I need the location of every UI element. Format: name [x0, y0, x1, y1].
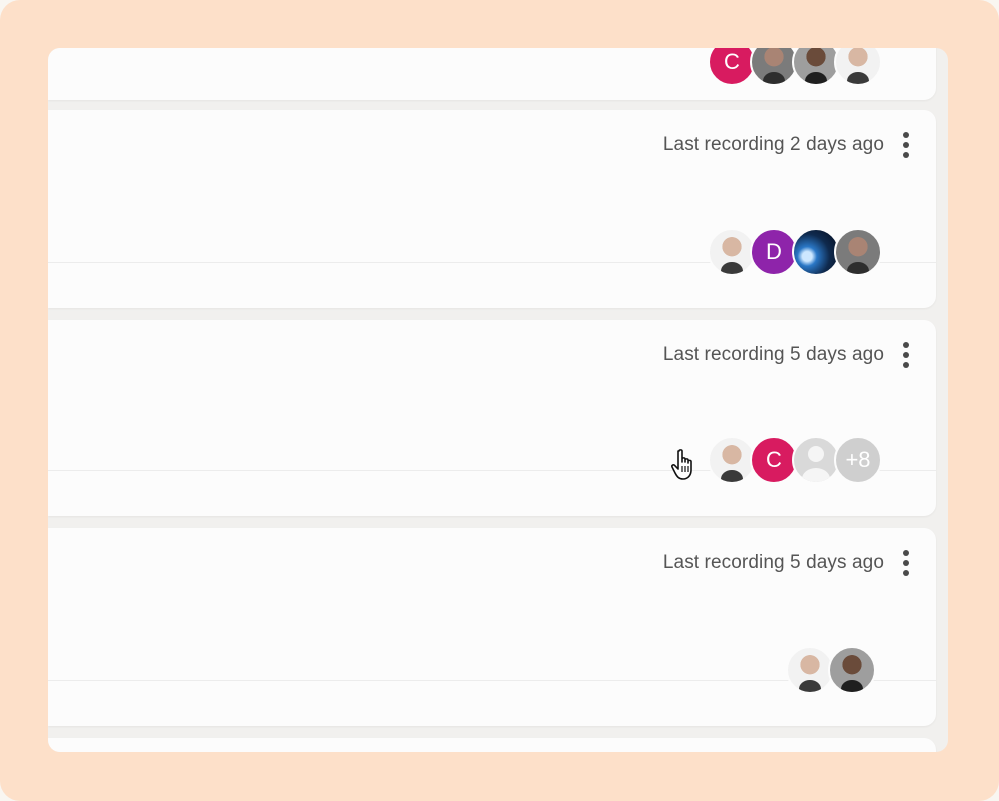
vertical-ellipsis-icon[interactable] — [902, 550, 910, 576]
last-recording-label: Last recording 2 days ago — [662, 134, 884, 155]
session-card[interactable]: Last recording 5 days ago — [48, 528, 936, 726]
avatar-photo — [750, 48, 798, 86]
avatar-photo — [786, 646, 834, 694]
participant-avatars[interactable]: C — [708, 48, 882, 86]
vertical-ellipsis-icon[interactable] — [902, 132, 910, 158]
avatar-letter: C — [750, 436, 798, 484]
vertical-ellipsis-icon[interactable] — [902, 342, 910, 368]
participant-avatars[interactable]: C +8 — [708, 436, 882, 484]
avatar-photo — [708, 228, 756, 276]
avatar-photo — [834, 228, 882, 276]
avatar-placeholder — [792, 436, 840, 484]
avatar-letter: D — [750, 228, 798, 276]
avatar-photo — [834, 48, 882, 86]
avatar-photo — [828, 646, 876, 694]
session-card[interactable]: C — [48, 48, 936, 100]
participant-avatars[interactable]: D — [708, 228, 882, 276]
hand-pointer-icon — [671, 449, 692, 480]
last-recording-label: Last recording 5 days ago — [662, 552, 884, 573]
frame: C Last recording 2 days ago D Last recor… — [0, 0, 999, 801]
last-recording-label: Last recording 5 days ago — [662, 344, 884, 365]
avatar-photo — [792, 228, 840, 276]
participant-avatars[interactable] — [786, 646, 876, 694]
session-list: C Last recording 2 days ago D Last recor… — [48, 48, 948, 752]
more-participants-badge: +8 — [834, 436, 882, 484]
avatar-photo — [708, 436, 756, 484]
avatar-photo — [792, 48, 840, 86]
avatar-letter: C — [708, 48, 756, 86]
session-card[interactable]: Last recording 5 days ago C +8 — [48, 320, 936, 516]
session-card[interactable] — [48, 738, 936, 752]
session-card[interactable]: Last recording 2 days ago D — [48, 110, 936, 308]
